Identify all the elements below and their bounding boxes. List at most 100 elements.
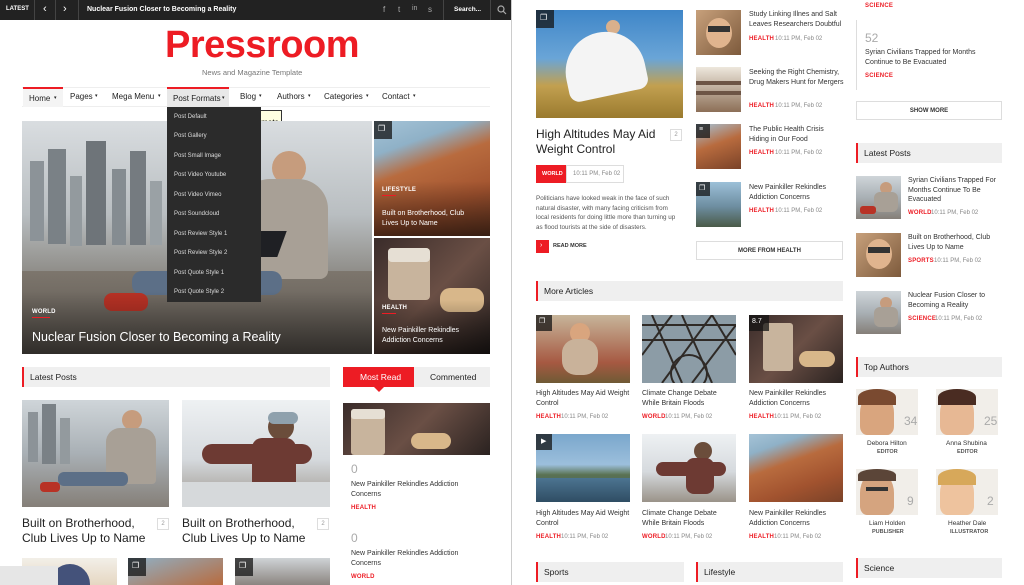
twitter-icon[interactable]: t [398,5,400,14]
hero-main-category[interactable]: WORLD [32,309,56,315]
nav-contact[interactable]: Contact ▾ [380,88,422,106]
health-category[interactable]: HEALTH [749,103,774,109]
article-category[interactable]: HEALTH [749,534,774,540]
hero-side2-image[interactable]: HEALTH New Painkiller Rekindles Addictio… [374,238,490,354]
article-thumb[interactable] [749,434,843,502]
sidebar-latest-thumb[interactable] [856,233,901,277]
latest-post-image[interactable]: ❐ [235,558,330,585]
dropdown-item[interactable]: Post Quote Style 1 [174,270,224,276]
dropdown-item[interactable]: Post Soundcloud [174,211,219,217]
tab-most-read[interactable]: Most Read [343,367,414,392]
dropdown-item[interactable]: Post Small Image [174,153,221,159]
sidebar-title[interactable]: Syrian Civilians Trapped for Months Cont… [865,48,995,67]
site-logo[interactable]: Pressroom [165,24,360,67]
comment-count[interactable]: 2 [157,518,169,530]
linkedin-icon[interactable]: in [412,5,417,12]
latest-post-title[interactable]: Built on Brotherhood, Club Lives Up to N… [182,516,306,545]
author-name[interactable]: Anna Shubina [946,440,987,447]
search-icon[interactable] [497,5,507,15]
facebook-icon[interactable]: f [383,5,385,14]
article-thumb[interactable] [642,434,736,502]
article-category[interactable]: WORLD [642,414,666,420]
dropdown-item[interactable]: Post Default [174,114,207,120]
health-category[interactable]: HEALTH [749,208,774,214]
nav-categories[interactable]: Categories ▾ [322,88,376,106]
hero-side1-title[interactable]: Built on Brotherhood, Club Lives Up to N… [382,209,482,228]
sidebar-category[interactable]: SCIENCE [865,3,893,9]
hero-main-title[interactable]: Nuclear Fusion Closer to Becoming a Real… [32,330,281,344]
article-category[interactable]: HEALTH [536,534,561,540]
latest-post-image[interactable] [182,400,330,507]
sidebar-latest-category[interactable]: SPORTS [908,258,934,264]
hero-side2-category[interactable]: HEALTH [382,305,407,311]
article-title[interactable]: New Painkiller Rekindles Addiction Conce… [749,389,843,408]
prev-button[interactable]: ‹ [43,3,47,15]
author-avatar[interactable] [936,389,998,435]
nav-post-formats[interactable]: Post Formats ▾ [167,87,229,107]
show-more-button[interactable]: SHOW MORE [856,101,1002,120]
read-more-button[interactable]: › READ MORE [536,240,591,253]
article-title[interactable]: Climate Change Debate While Britain Floo… [642,509,736,528]
article-thumb[interactable]: ❐ [536,315,630,383]
most-read-image[interactable] [343,403,490,455]
health-thumb[interactable]: ❐ [696,182,741,227]
article-category[interactable]: HEALTH [749,414,774,420]
author-avatar[interactable] [856,469,918,515]
feature-category[interactable]: WORLD [536,165,566,183]
health-thumb[interactable] [696,10,741,55]
latest-post-image[interactable] [22,400,169,507]
article-thumb[interactable]: 8.7 [749,315,843,383]
article-title[interactable]: Climate Change Debate While Britain Floo… [642,389,736,408]
dropdown-item[interactable]: Post Video Vimeo [174,192,221,198]
article-thumb[interactable] [642,315,736,383]
more-from-health-button[interactable]: MORE FROM HEALTH [696,241,843,260]
tab-commented[interactable]: Commented [414,367,490,387]
sidebar-latest-title[interactable]: Built on Brotherhood, Club Lives Up to N… [908,233,1002,252]
author-name[interactable]: Heather Dale [948,520,986,527]
article-title[interactable]: High Altitudes May Aid Weight Control [536,389,630,408]
dropdown-item[interactable]: Post Video Youtube [174,172,226,178]
author-avatar[interactable] [856,389,918,435]
dropdown-item[interactable]: Post Quote Style 2 [174,289,224,295]
author-name[interactable]: Debora Hilton [867,440,907,447]
health-title[interactable]: The Public Health Crisis Hiding in Our F… [749,125,839,144]
health-category[interactable]: HEALTH [749,36,774,42]
article-category[interactable]: HEALTH [536,414,561,420]
health-title[interactable]: Seeking the Right Chemistry, Drug Makers… [749,68,847,87]
most-read-category[interactable]: WORLD [351,574,375,580]
search-input[interactable]: Search... [454,6,481,13]
dropdown-item[interactable]: Post Gallery [174,133,207,139]
latest-post-title[interactable]: Built on Brotherhood, Club Lives Up to N… [22,516,146,545]
nav-blog[interactable]: Blog ▾ [238,88,268,106]
sidebar-category[interactable]: SCIENCE [865,73,893,79]
ticker-link[interactable]: Nuclear Fusion Closer to Becoming a Real… [87,6,236,13]
hero-side1-image[interactable]: ❐ LIFESTYLE Built on Brotherhood, Club L… [374,121,490,236]
most-read-title[interactable]: New Painkiller Rekindles Addiction Conce… [351,480,476,499]
author-avatar[interactable] [936,469,998,515]
author-name[interactable]: Liam Holden [869,520,906,527]
comment-count[interactable]: 2 [317,518,329,530]
health-title[interactable]: Study Linking Illnes and Salt Leaves Res… [749,10,847,29]
hero-side1-category[interactable]: LIFESTYLE [382,187,416,193]
sidebar-latest-category[interactable]: WORLD [908,210,932,216]
nav-home[interactable]: Home ▾ [23,87,63,107]
nav-pages[interactable]: Pages ▾ [68,88,106,106]
hero-side2-title[interactable]: New Painkiller Rekindles Addiction Conce… [382,326,482,345]
sidebar-latest-thumb[interactable] [856,176,901,219]
health-category[interactable]: HEALTH [749,150,774,156]
comment-count[interactable]: 2 [670,129,682,141]
sidebar-latest-title[interactable]: Nuclear Fusion Closer to Becoming a Real… [908,291,1002,310]
latest-post-image[interactable]: ❐ [128,558,223,585]
dropdown-item[interactable]: Post Review Style 2 [174,250,227,256]
next-button[interactable]: › [63,3,67,15]
health-title[interactable]: New Painkiller Rekindles Addiction Conce… [749,183,839,202]
most-read-category[interactable]: HEALTH [351,505,376,511]
article-category[interactable]: WORLD [642,534,666,540]
sidebar-latest-thumb[interactable] [856,291,901,334]
article-title[interactable]: High Altitudes May Aid Weight Control [536,509,630,528]
most-read-title[interactable]: New Painkiller Rekindles Addiction Conce… [351,549,476,568]
article-thumb[interactable]: ▶ [536,434,630,502]
nav-mega-menu[interactable]: Mega Menu ▾ [110,88,166,106]
sidebar-latest-category[interactable]: SCIENCE [908,316,936,322]
dropdown-item[interactable]: Post Review Style 1 [174,231,227,237]
